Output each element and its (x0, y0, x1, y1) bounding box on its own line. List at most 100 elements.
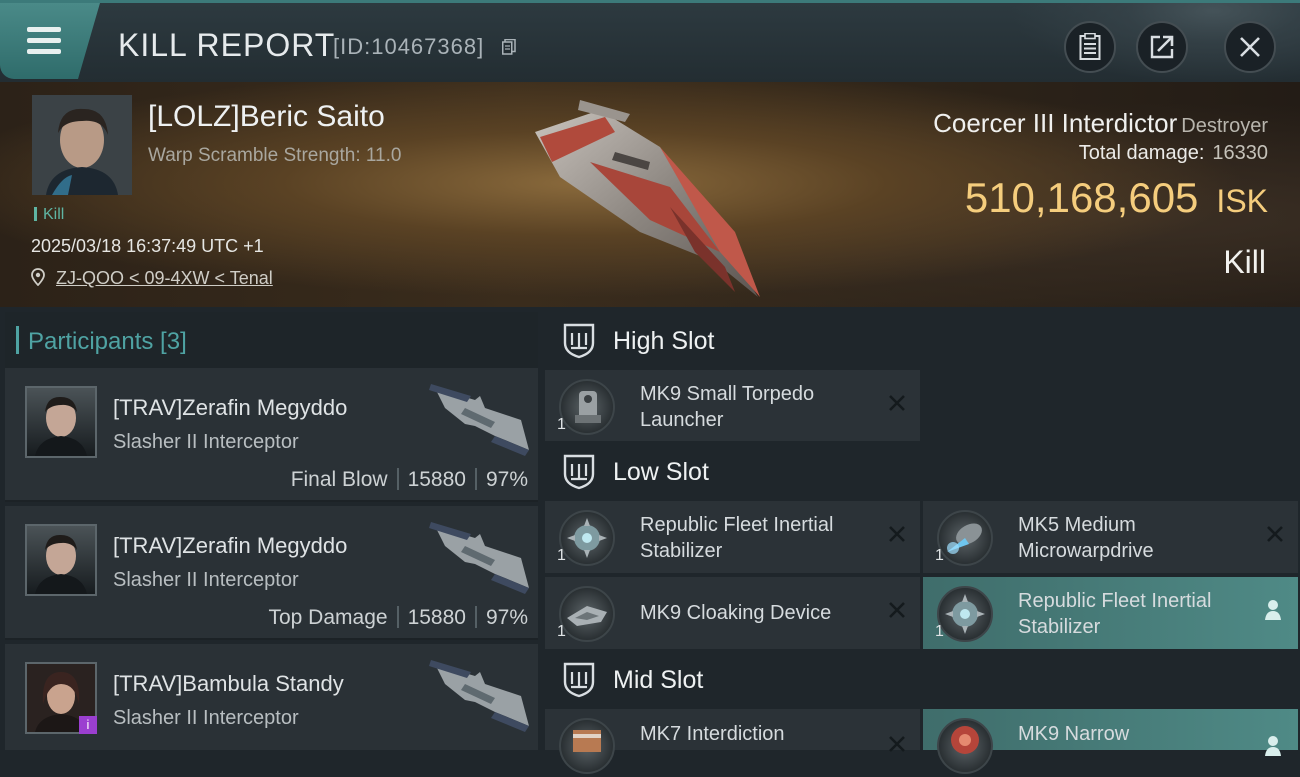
menu-icon (27, 27, 61, 32)
module-item[interactable]: MK9 Narrow (923, 709, 1298, 774)
cloaking-device-icon (559, 586, 615, 642)
dropped-person-icon (1265, 600, 1281, 620)
dropped-person-icon (1265, 736, 1281, 756)
module-name: Republic Fleet Inertial Stabilizer (640, 514, 834, 562)
clipboard-icon (1079, 33, 1101, 60)
participant-ship: Slasher II Interceptor (113, 707, 299, 729)
location-link[interactable]: ZJ-QOO < 09-4XW < Tenal (56, 268, 273, 288)
victim-banner: [LOLZ]Beric Saito Warp Scramble Strength… (0, 82, 1300, 307)
divider (396, 606, 399, 628)
module-quantity: 1 (557, 623, 566, 640)
inertial-stabilizer-icon (937, 586, 993, 642)
module-quantity: 1 (935, 547, 944, 564)
ship-icon (429, 660, 529, 732)
high-slot-header: High Slot (545, 310, 1300, 372)
divider (474, 606, 477, 628)
avatar[interactable] (25, 386, 97, 458)
menu-button[interactable] (0, 3, 100, 79)
destroyed-icon (1267, 526, 1283, 542)
module-quantity: 1 (935, 623, 944, 640)
report-id: [ID:10467368] (333, 34, 485, 59)
share-button[interactable] (1136, 21, 1188, 73)
destroyed-icon (889, 602, 905, 618)
participant-role: Final Blow (290, 468, 388, 491)
mid-slot-header: Mid Slot (545, 649, 1300, 711)
module-name: MK9 Cloaking Device (640, 602, 832, 624)
victim-ship[interactable]: Coercer III Interdictor Destroyer (933, 108, 1268, 139)
close-button[interactable] (1224, 21, 1276, 73)
module-name: Republic Fleet Inertial Stabilizer (1018, 590, 1212, 638)
module-item[interactable]: 1 MK9 Cloaking Device (545, 577, 920, 649)
participant-card[interactable]: [TRAV]Zerafin Megyddo Slasher II Interce… (5, 368, 538, 502)
destroyed-icon (889, 526, 905, 542)
ship-class: Destroyer (1181, 115, 1268, 137)
isk-amount: 510,168,605 (964, 174, 1199, 221)
victim-ship-image[interactable] (520, 92, 770, 302)
module-item[interactable]: 1 Republic Fleet Inertial Stabilizer (923, 577, 1298, 649)
shield-icon (563, 662, 595, 698)
participant-card[interactable]: [TRAV]Zerafin Megyddo Slasher II Interce… (5, 506, 538, 640)
participant-name: [TRAV]Bambula Standy (113, 671, 344, 696)
narrow-module-icon (937, 718, 993, 774)
menu-icon-bar (27, 49, 61, 54)
pilot-avatar-image (35, 534, 87, 594)
module-name: MK9 Small Torpedo Launcher (640, 383, 815, 431)
participant-damage: 15880 (407, 606, 466, 629)
module-item[interactable]: 1 MK5 Medium Microwarpdrive (923, 501, 1298, 573)
participant-ship: Slasher II Interceptor (113, 569, 299, 591)
menu-icon-bar (27, 38, 61, 43)
slot-label: High Slot (613, 327, 715, 355)
divider (474, 468, 477, 490)
participant-name: [TRAV]Zerafin Megyddo (113, 533, 348, 558)
participant-stats: Final Blow 15880 97% (291, 468, 528, 492)
warp-scramble-strength: Warp Scramble Strength: 11.0 (148, 145, 402, 166)
location-pin-icon (31, 268, 45, 287)
damage-value: 16330 (1212, 142, 1268, 164)
participants-header: Participants [3] (5, 312, 538, 368)
share-icon (1150, 35, 1174, 59)
info-badge: i (79, 716, 97, 734)
page-title: KILL REPORT (118, 27, 336, 63)
module-item[interactable]: 1 MK9 Small Torpedo Launcher (545, 370, 920, 442)
participant-card[interactable]: i [TRAV]Bambula Standy Slasher II Interc… (5, 644, 538, 750)
participant-stats: Top Damage 15880 97% (268, 606, 528, 630)
top-bar: KILL REPORT [ID:10467368] (0, 0, 1300, 85)
ship-name: Coercer III Interdictor (933, 108, 1178, 138)
low-slot-header: Low Slot (545, 441, 1300, 503)
ship-icon (429, 522, 529, 594)
ship-icon (429, 384, 529, 456)
destroyed-icon (889, 736, 905, 752)
shield-icon (563, 323, 595, 359)
pilot-avatar-image (32, 95, 132, 195)
module-name: MK5 Medium Microwarpdrive (1018, 514, 1154, 562)
participant-name: [TRAV]Zerafin Megyddo (113, 395, 348, 420)
module-quantity: 1 (557, 547, 566, 564)
interdiction-module-icon (559, 718, 615, 774)
module-name: MK7 Interdiction (640, 723, 785, 745)
participant-percent: 97% (485, 468, 528, 491)
clipboard-button[interactable] (1064, 21, 1116, 73)
destroyed-icon (889, 395, 905, 411)
module-item[interactable]: MK7 Interdiction (545, 709, 920, 774)
isk-unit: ISK (1216, 183, 1268, 219)
victim-name[interactable]: [LOLZ]Beric Saito (148, 100, 385, 134)
participant-percent: 97% (485, 606, 528, 629)
victim-portrait[interactable] (32, 95, 132, 195)
module-quantity: 1 (557, 416, 566, 433)
total-damage: Total damage: 16330 (1079, 142, 1268, 165)
kill-result: Kill (1223, 244, 1266, 280)
avatar[interactable] (25, 524, 97, 596)
pilot-avatar-image (35, 396, 87, 456)
torpedo-launcher-icon (559, 379, 615, 435)
slot-label: Mid Slot (613, 666, 704, 694)
slot-label: Low Slot (613, 458, 709, 486)
kill-location[interactable]: ZJ-QOO < 09-4XW < Tenal (31, 268, 273, 289)
shield-icon (563, 454, 595, 490)
damage-label: Total damage: (1078, 142, 1205, 164)
participants-label: Participants [3] (16, 326, 187, 355)
avatar[interactable]: i (25, 662, 97, 734)
microwarpdrive-icon (937, 510, 993, 566)
module-item[interactable]: 1 Republic Fleet Inertial Stabilizer (545, 501, 920, 573)
copy-icon[interactable] (502, 39, 516, 55)
isk-value: 510,168,605 ISK (965, 174, 1268, 222)
